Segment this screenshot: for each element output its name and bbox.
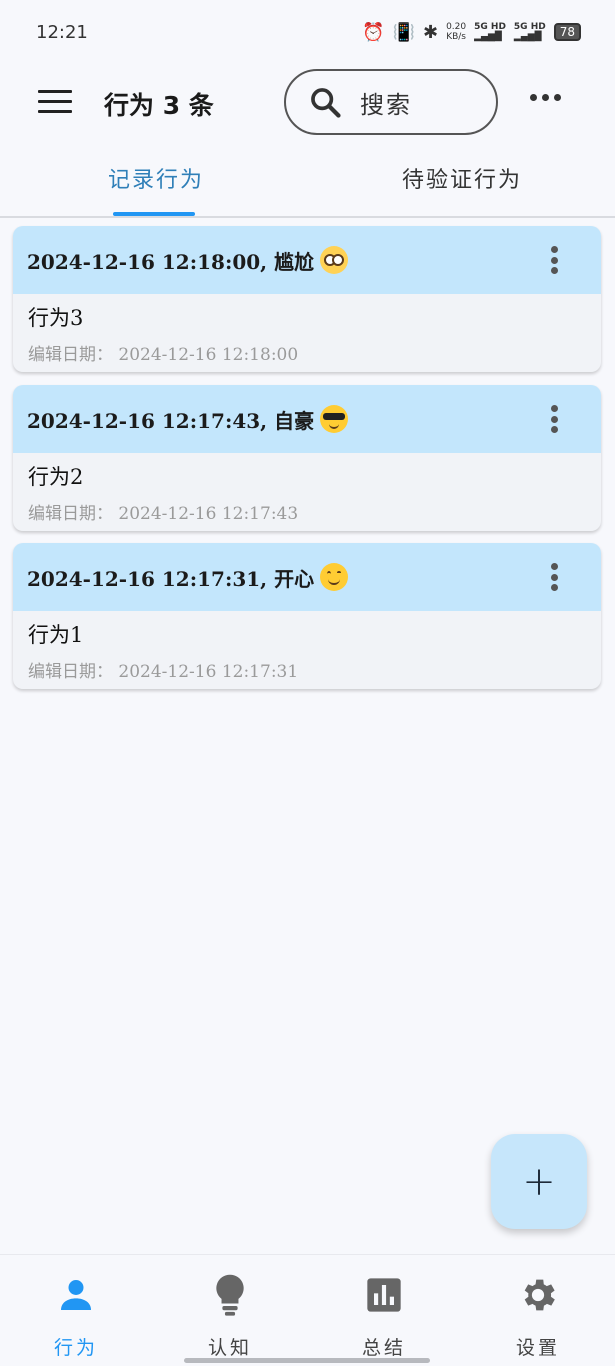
search-button[interactable]: 搜索: [284, 69, 498, 135]
status-bar: 12:21 ⏰ 📳 ✱ 0.20 KB/s 5G HD ▂▄▆█ 5G HD ▂…: [0, 0, 615, 64]
card-menu-icon[interactable]: [551, 563, 559, 591]
lightbulb-icon: [216, 1274, 244, 1316]
battery-icon: 78: [553, 23, 581, 41]
status-icons: ⏰ 📳 ✱ 0.20 KB/s 5G HD ▂▄▆█ 5G HD ▂▄▆█ 78: [362, 22, 581, 43]
record-card-body: 行为3 编辑日期： 2024-12-16 12:18:00: [13, 294, 601, 372]
record-card[interactable]: 2024-12-16 12:17:31, 开心 行为1 编辑日期： 2024-1…: [13, 543, 601, 689]
nav-item-cognition[interactable]: 认知: [180, 1273, 280, 1360]
record-card-header: 2024-12-16 12:18:00, 尴尬: [13, 226, 601, 294]
record-card[interactable]: 2024-12-16 12:17:43, 自豪 行为2 编辑日期： 2024-1…: [13, 385, 601, 531]
nav-label: 总结: [361, 1337, 406, 1359]
signal-2: 5G HD ▂▄▆█: [514, 22, 546, 42]
record-card-text: 行为1: [28, 623, 84, 647]
person-icon: [61, 1280, 91, 1310]
record-card-text: 行为3: [28, 306, 84, 330]
card-menu-icon[interactable]: [551, 246, 559, 274]
alarm-icon: ⏰: [362, 21, 385, 43]
flushed-face-icon: [320, 246, 349, 274]
bluetooth-icon: ✱: [422, 21, 439, 43]
record-card-date: 编辑日期： 2024-12-16 12:18:00: [28, 345, 299, 365]
bottom-nav: 行为 认知 总结 设置: [0, 1254, 615, 1366]
net-speed-unit: KB/s: [446, 32, 466, 42]
signal-2-label: 5G HD: [513, 22, 546, 32]
signal-bars-icon: ▂▄▆█: [513, 32, 542, 42]
net-speed-value: 0.20: [446, 22, 467, 32]
tab-bar: 记录行为 待验证行为: [0, 146, 615, 218]
nav-label: 行为: [53, 1337, 98, 1359]
bar-chart-icon: [367, 1278, 401, 1312]
record-card-header: 2024-12-16 12:17:31, 开心: [13, 543, 601, 611]
add-record-button[interactable]: +: [491, 1134, 587, 1229]
nav-item-summary[interactable]: 总结: [334, 1273, 434, 1360]
signal-1-label: 5G HD: [474, 22, 506, 32]
nav-item-settings[interactable]: 设置: [488, 1273, 588, 1360]
record-card-text: 行为2: [28, 465, 84, 489]
vibrate-icon: 📳: [392, 21, 415, 43]
search-icon: [311, 88, 341, 118]
sunglasses-face-icon: [320, 405, 349, 433]
tab-indicator: [113, 212, 195, 216]
record-card-date: 编辑日期： 2024-12-16 12:17:43: [28, 504, 299, 524]
signal-bars-icon: ▂▄▆█: [474, 32, 502, 42]
tab-record-behavior[interactable]: 记录行为: [108, 162, 204, 194]
app-bar: 行为 3 条 搜索: [0, 64, 615, 140]
more-options-icon[interactable]: [530, 94, 562, 108]
nav-item-behavior[interactable]: 行为: [26, 1273, 126, 1360]
signal-1: 5G HD ▂▄▆█: [474, 22, 506, 42]
record-card-title: 2024-12-16 12:18:00, 尴尬: [27, 249, 315, 274]
nav-label: 设置: [515, 1337, 560, 1359]
record-card-body: 行为1 编辑日期： 2024-12-16 12:17:31: [13, 611, 601, 689]
smiling-face-icon: [320, 563, 349, 591]
record-card-title: 2024-12-16 12:17:43, 自豪: [27, 408, 315, 433]
record-card-body: 行为2 编辑日期： 2024-12-16 12:17:43: [13, 453, 601, 531]
search-label: 搜索: [360, 90, 412, 119]
status-time: 12:21: [36, 21, 88, 43]
card-menu-icon[interactable]: [551, 405, 559, 433]
record-card-header: 2024-12-16 12:17:43, 自豪: [13, 385, 601, 453]
record-card-date: 编辑日期： 2024-12-16 12:17:31: [28, 662, 299, 682]
gear-icon: [524, 1279, 555, 1311]
nav-label: 认知: [207, 1337, 252, 1359]
menu-icon[interactable]: [38, 90, 72, 114]
page-title: 行为 3 条: [104, 91, 214, 120]
record-card-title: 2024-12-16 12:17:31, 开心: [27, 566, 315, 591]
net-speed: 0.20 KB/s: [446, 22, 466, 42]
record-card[interactable]: 2024-12-16 12:18:00, 尴尬 行为3 编辑日期： 2024-1…: [13, 226, 601, 372]
home-indicator[interactable]: [184, 1358, 430, 1363]
tab-pending-behavior[interactable]: 待验证行为: [402, 162, 522, 194]
plus-icon: +: [522, 1158, 556, 1205]
